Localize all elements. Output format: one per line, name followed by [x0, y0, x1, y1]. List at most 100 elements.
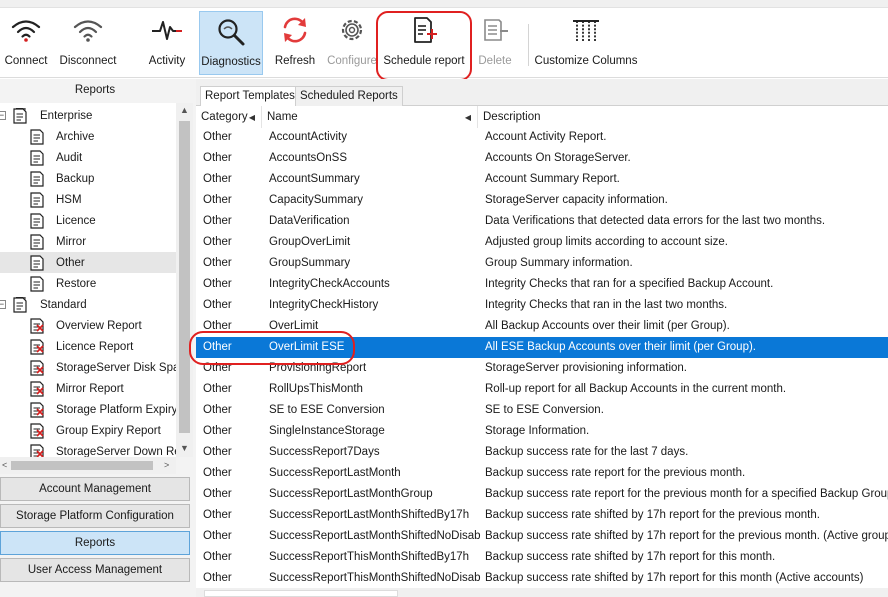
- tree-item-licence-report[interactable]: Licence Report: [0, 336, 176, 357]
- refresh-icon: [270, 10, 320, 50]
- report-error-icon: [30, 359, 44, 376]
- diagnostics-button[interactable]: Diagnostics: [199, 11, 263, 75]
- magnifier-icon: [200, 12, 262, 52]
- tree-vertical-scroll-thumb[interactable]: [179, 121, 190, 433]
- tree-item-mirror-report[interactable]: Mirror Report: [0, 378, 176, 399]
- table-row[interactable]: Other IntegrityCheckHistory Integrity Chec…: [196, 295, 888, 316]
- sort-arrow-icon: ◀: [464, 113, 471, 122]
- toolbar-separator: [528, 24, 529, 66]
- report-document-icon: [30, 233, 44, 250]
- configure-button[interactable]: Configure: [326, 10, 378, 74]
- table-row[interactable]: Other SuccessReport7Days Backup success ra…: [196, 442, 888, 463]
- tree-item-label: Licence: [56, 214, 96, 227]
- table-row[interactable]: Other AccountActivity Account Activity Rep…: [196, 127, 888, 148]
- table-row[interactable]: Other SuccessReportLastMonth Backup succes…: [196, 463, 888, 484]
- tree-item-storageserver-disk-spac[interactable]: StorageServer Disk Spac: [0, 357, 176, 378]
- column-header-name-label: Name: [267, 111, 298, 123]
- tree-item-label: StorageServer Disk Spac: [56, 361, 176, 374]
- table-row[interactable]: Other GroupSummary Group Summary informati…: [196, 253, 888, 274]
- refresh-button[interactable]: Refresh: [270, 10, 320, 74]
- left-panel: Reports − Enterprise Archive Audit Backup HSM…: [0, 79, 196, 597]
- tree-item-mirror[interactable]: Mirror: [0, 231, 176, 252]
- tree-item-label: Mirror Report: [56, 382, 124, 395]
- tree-item-hsm[interactable]: HSM: [0, 189, 176, 210]
- nav-user-access-management[interactable]: User Access Management: [0, 558, 190, 582]
- report-document-icon: [30, 170, 44, 187]
- table-row[interactable]: Other SuccessReportThisMonthShiftedNoDisa…: [196, 568, 888, 589]
- customize-columns-button[interactable]: Customize Columns: [535, 10, 637, 74]
- report-error-icon: [30, 338, 44, 355]
- nav-account-management[interactable]: Account Management: [0, 477, 190, 501]
- tree-item-group-expiry-report[interactable]: Group Expiry Report: [0, 420, 176, 441]
- tree-item-label: StorageServer Down Re: [56, 445, 176, 458]
- table-row[interactable]: Other RollUpsThisMonth Roll-up report for …: [196, 379, 888, 400]
- column-header-category[interactable]: Category ◀: [196, 106, 262, 128]
- report-document-icon: [30, 191, 44, 208]
- tree-item-restore[interactable]: Restore: [0, 273, 176, 294]
- report-error-icon: [30, 443, 44, 457]
- cell-category: Other: [203, 173, 232, 185]
- column-header-description[interactable]: Description: [478, 106, 888, 128]
- nav-storage-platform-configuration[interactable]: Storage Platform Configuration: [0, 504, 190, 528]
- table-row[interactable]: Other AccountsOnSS Accounts On StorageServ…: [196, 148, 888, 169]
- tree-item-label: Group Expiry Report: [56, 424, 161, 437]
- tree-item-backup[interactable]: Backup: [0, 168, 176, 189]
- activity-button[interactable]: Activity: [140, 10, 194, 74]
- cell-name: SuccessReportLastMonth: [269, 467, 401, 479]
- cell-name: SuccessReportLastMonthShiftedBy17h: [269, 509, 470, 521]
- table-row[interactable]: Other GroupOverLimit Adjusted group limits…: [196, 232, 888, 253]
- connect-button[interactable]: Connect: [2, 10, 50, 74]
- scroll-right-arrow-icon[interactable]: >: [164, 460, 169, 470]
- table-row[interactable]: Other IntegrityCheckAccounts Integrity Che…: [196, 274, 888, 295]
- tree-item-archive[interactable]: Archive: [0, 126, 176, 147]
- report-document-icon: [30, 254, 44, 271]
- collapse-toggle-icon[interactable]: −: [0, 300, 6, 309]
- tree-item-licence[interactable]: Licence: [0, 210, 176, 231]
- tree-vertical-scrollbar[interactable]: ▲ ▼: [176, 103, 193, 457]
- column-header-name[interactable]: Name ◀: [262, 106, 478, 128]
- delete-button[interactable]: Delete: [472, 10, 518, 74]
- wifi-off-icon: [56, 10, 120, 50]
- tree-item-storage-platform-expiry[interactable]: Storage Platform Expiry: [0, 399, 176, 420]
- table-row[interactable]: Other SingleInstanceStorage Storage Inform…: [196, 421, 888, 442]
- delete-label: Delete: [478, 55, 512, 67]
- nav-reports[interactable]: Reports: [0, 531, 190, 555]
- table-row[interactable]: Other SuccessReportLastMonthGroup Backup s…: [196, 484, 888, 505]
- table-row[interactable]: Other SuccessReportThisMonthShiftedBy17h B…: [196, 547, 888, 568]
- tree-item-label: HSM: [56, 193, 82, 206]
- table-row[interactable]: Other DataVerification Data Verifications …: [196, 211, 888, 232]
- cell-category: Other: [203, 131, 232, 143]
- collapse-toggle-icon[interactable]: −: [0, 111, 6, 120]
- cell-description: Backup success rate shifted by 17h repor…: [485, 572, 864, 584]
- report-error-icon: [30, 380, 44, 397]
- tab-scheduled-reports[interactable]: Scheduled Reports: [295, 86, 403, 106]
- report-error-icon: [30, 317, 44, 334]
- scroll-up-arrow-icon[interactable]: ▲: [180, 105, 189, 115]
- cell-name: AccountActivity: [269, 131, 347, 143]
- cell-category: Other: [203, 488, 232, 500]
- tree-item-standard[interactable]: − Standard: [0, 294, 176, 315]
- cell-description: Data Verifications that detected data er…: [485, 215, 826, 227]
- tree-horizontal-scrollbar[interactable]: < >: [0, 457, 176, 474]
- scroll-left-arrow-icon[interactable]: <: [2, 460, 7, 470]
- table-row[interactable]: Other AccountSummary Account Summary Repor…: [196, 169, 888, 190]
- folder-report-icon: [13, 107, 27, 124]
- table-row[interactable]: Other SuccessReportLastMonthShiftedBy17h B…: [196, 505, 888, 526]
- table-row[interactable]: Other SE to ESE Conversion SE to ESE Conve…: [196, 400, 888, 421]
- table-row[interactable]: Other CapacitySummary StorageServer capaci…: [196, 190, 888, 211]
- cell-description: Roll-up report for all Backup Accounts i…: [485, 383, 787, 395]
- tree-item-audit[interactable]: Audit: [0, 147, 176, 168]
- disconnect-button[interactable]: Disconnect: [56, 10, 120, 74]
- tree-item-label: Other: [56, 256, 85, 269]
- tree-item-label: Storage Platform Expiry: [56, 403, 176, 416]
- table-row[interactable]: Other SuccessReportLastMonthShiftedNoDisa…: [196, 526, 888, 547]
- tab-report-templates[interactable]: Report Templates: [200, 86, 300, 106]
- cell-category: Other: [203, 446, 232, 458]
- tree-item-other[interactable]: Other: [0, 252, 176, 273]
- cell-name: IntegrityCheckAccounts: [269, 278, 390, 290]
- tree-item-storageserver-down-re[interactable]: StorageServer Down Re: [0, 441, 176, 457]
- tree-horizontal-scroll-thumb[interactable]: [11, 461, 153, 470]
- scroll-down-arrow-icon[interactable]: ▼: [180, 443, 189, 453]
- tree-item-enterprise[interactable]: − Enterprise: [0, 105, 176, 126]
- tree-item-overview-report[interactable]: Overview Report: [0, 315, 176, 336]
